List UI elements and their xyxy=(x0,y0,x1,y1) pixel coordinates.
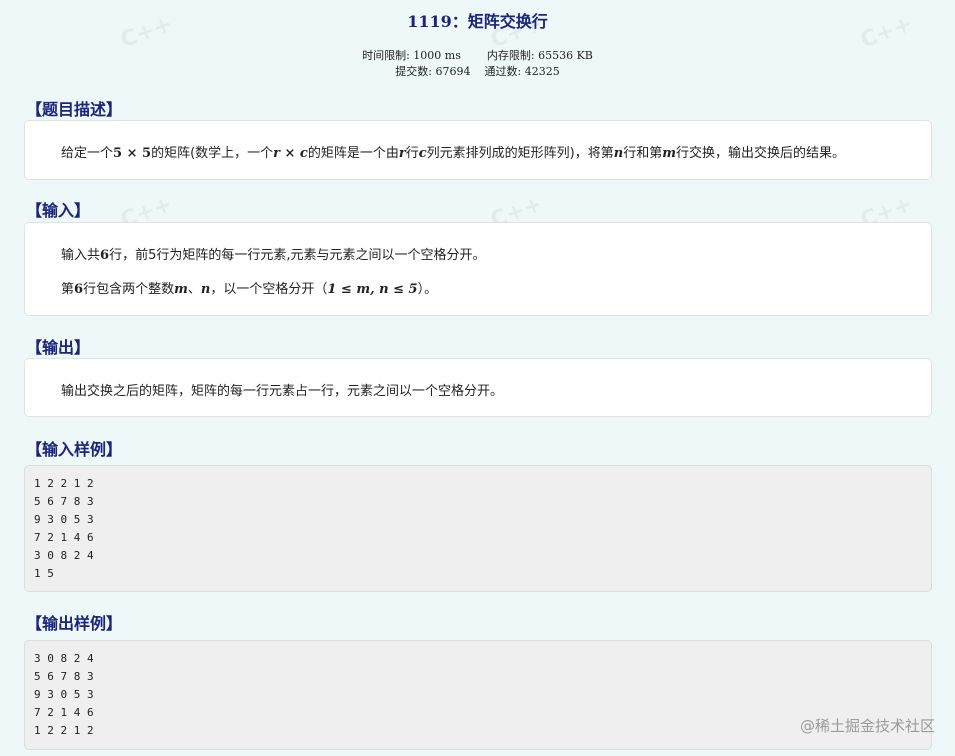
problem-title: 1119：矩阵交换行 xyxy=(407,12,548,31)
accepted-count: 通过数: 42325 xyxy=(484,65,560,78)
sample-output-block: 3 0 8 2 4 5 6 7 8 3 9 3 0 5 3 7 2 1 4 6 … xyxy=(24,640,932,750)
limits-line: 时间限制: 1000 ms 内存限制: 65536 KB xyxy=(0,47,955,63)
input-line-1: 输入共6行，前5行为矩阵的每一行元素,元素与元素之间以一个空格分开。 xyxy=(61,248,486,263)
sample-input-block: 1 2 2 1 2 5 6 7 8 3 9 3 0 5 3 7 2 1 4 6 … xyxy=(24,465,932,592)
submission-count: 提交数: 67694 xyxy=(395,65,471,78)
output-text: 输出交换之后的矩阵，矩阵的每一行元素占一行，元素之间以一个空格分开。 xyxy=(61,384,504,399)
sample-output-heading: 【输出样例】 xyxy=(26,614,123,633)
sample-input-code: 1 2 2 1 2 5 6 7 8 3 9 3 0 5 3 7 2 1 4 6 … xyxy=(34,477,94,580)
footer-watermark: @稀土掘金技术社区 xyxy=(799,717,935,735)
output-heading: 【输出】 xyxy=(26,338,91,357)
description-heading: 【题目描述】 xyxy=(26,100,123,119)
input-line-2: 第6行包含两个整数m、n，以一个空格分开（1 ≤ m, n ≤ 5）。 xyxy=(61,282,438,297)
sample-input-heading: 【输入样例】 xyxy=(26,440,123,459)
sample-output-code: 3 0 8 2 4 5 6 7 8 3 9 3 0 5 3 7 2 1 4 6 … xyxy=(34,652,94,737)
memory-limit: 内存限制: 65536 KB xyxy=(486,49,593,62)
output-card: 输出交换之后的矩阵，矩阵的每一行元素占一行，元素之间以一个空格分开。 xyxy=(24,358,932,417)
description-text: 给定一个5 × 5的矩阵(数学上，一个r × c的矩阵是一个由r行c列元素排列成… xyxy=(61,146,845,161)
stats-line: 提交数: 67694 通过数: 42325 xyxy=(0,63,955,79)
time-limit: 时间限制: 1000 ms xyxy=(362,49,461,62)
input-card: 输入共6行，前5行为矩阵的每一行元素,元素与元素之间以一个空格分开。 第6行包含… xyxy=(24,222,932,316)
description-card: 给定一个5 × 5的矩阵(数学上，一个r × c的矩阵是一个由r行c列元素排列成… xyxy=(24,120,932,180)
input-heading: 【输入】 xyxy=(26,201,91,220)
